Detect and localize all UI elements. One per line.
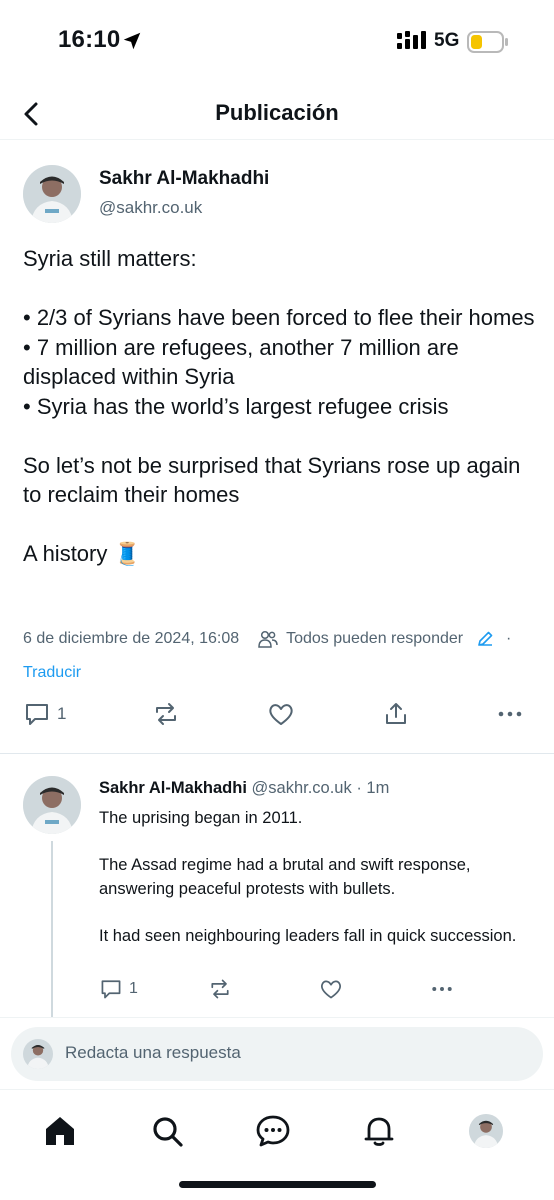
- compose-placeholder: Redacta una respuesta: [65, 1043, 241, 1062]
- reply-post[interactable]: Sakhr Al-Makhadhi @sakhr.co.uk · 1m The …: [0, 755, 554, 1017]
- more-icon: [432, 987, 452, 991]
- reply-author-name[interactable]: Sakhr Al-Makhadhi: [99, 779, 247, 797]
- reply-count: 1: [129, 980, 138, 997]
- more-button[interactable]: [496, 700, 524, 728]
- more-icon: [498, 711, 522, 717]
- nav-notifications[interactable]: [359, 1111, 399, 1151]
- nav-home[interactable]: [40, 1111, 80, 1151]
- avatar[interactable]: [23, 776, 81, 834]
- signal-icon: [397, 31, 427, 51]
- translate-link[interactable]: Traducir: [23, 664, 81, 682]
- status-bar: 16:10 5G: [0, 0, 554, 88]
- post-timestamp: 6 de diciembre de 2024, 16:08: [23, 630, 240, 647]
- repost-button[interactable]: [152, 700, 180, 728]
- reply-button[interactable]: 1: [23, 700, 66, 728]
- avatar[interactable]: [23, 165, 81, 223]
- location-arrow-icon: [121, 30, 143, 52]
- share-icon: [386, 703, 406, 724]
- avatar: [469, 1114, 503, 1148]
- nav-messages[interactable]: [253, 1111, 293, 1151]
- bottom-nav: [0, 1091, 554, 1200]
- share-button[interactable]: [382, 700, 410, 728]
- heart-icon: [320, 980, 342, 999]
- reply-setting-label[interactable]: Todos pueden responder: [286, 630, 463, 648]
- reply-separator: ·: [356, 779, 362, 797]
- reply-header: Sakhr Al-Makhadhi @sakhr.co.uk · 1m: [99, 779, 389, 798]
- post-actions: 1: [0, 700, 554, 740]
- meta-separator: ·: [506, 630, 512, 647]
- people-icon: [257, 630, 278, 648]
- nav-profile[interactable]: [466, 1111, 506, 1151]
- edit-icon[interactable]: [476, 630, 494, 648]
- network-type: 5G: [434, 30, 460, 51]
- avatar: [23, 1039, 53, 1069]
- search-icon: [153, 1117, 183, 1147]
- chat-icon: [256, 1115, 290, 1147]
- home-icon: [46, 1117, 74, 1145]
- reply-button[interactable]: 1: [99, 977, 138, 1001]
- repost-icon: [156, 703, 176, 725]
- like-button[interactable]: [319, 977, 343, 1001]
- author-name[interactable]: Sakhr Al-Makhadhi: [99, 168, 269, 190]
- reply-text: The uprising began in 2011. The Assad re…: [99, 809, 517, 945]
- page-title: Publicación: [215, 100, 339, 125]
- comment-icon: [26, 704, 48, 725]
- like-button[interactable]: [267, 700, 295, 728]
- reply-time: 1m: [366, 779, 390, 797]
- compose-area: Redacta una respuesta: [0, 1017, 554, 1090]
- heart-icon: [269, 704, 293, 725]
- comment-icon: [101, 980, 121, 999]
- home-indicator[interactable]: [179, 1181, 376, 1188]
- reply-actions: 1: [0, 977, 554, 1007]
- header: Publicación: [0, 88, 554, 140]
- status-time: 16:10: [58, 26, 121, 53]
- repost-icon: [211, 979, 229, 999]
- post-meta: 6 de diciembre de 2024, 16:08 Todos pued…: [23, 630, 543, 648]
- battery-icon: [467, 31, 509, 53]
- reply-compose-input[interactable]: Redacta una respuesta: [11, 1027, 543, 1081]
- author-handle[interactable]: @sakhr.co.uk: [99, 198, 202, 218]
- reply-author-handle[interactable]: @sakhr.co.uk: [252, 779, 352, 797]
- post-text: Syria still matters: • 2/3 of Syrians ha…: [23, 246, 535, 566]
- reply-count: 1: [57, 704, 67, 723]
- bell-icon: [364, 1117, 394, 1146]
- nav-search[interactable]: [147, 1111, 187, 1151]
- more-button[interactable]: [429, 977, 455, 1001]
- main-post: Sakhr Al-Makhadhi @sakhr.co.uk Syria sti…: [0, 140, 554, 754]
- repost-button[interactable]: [208, 977, 232, 1001]
